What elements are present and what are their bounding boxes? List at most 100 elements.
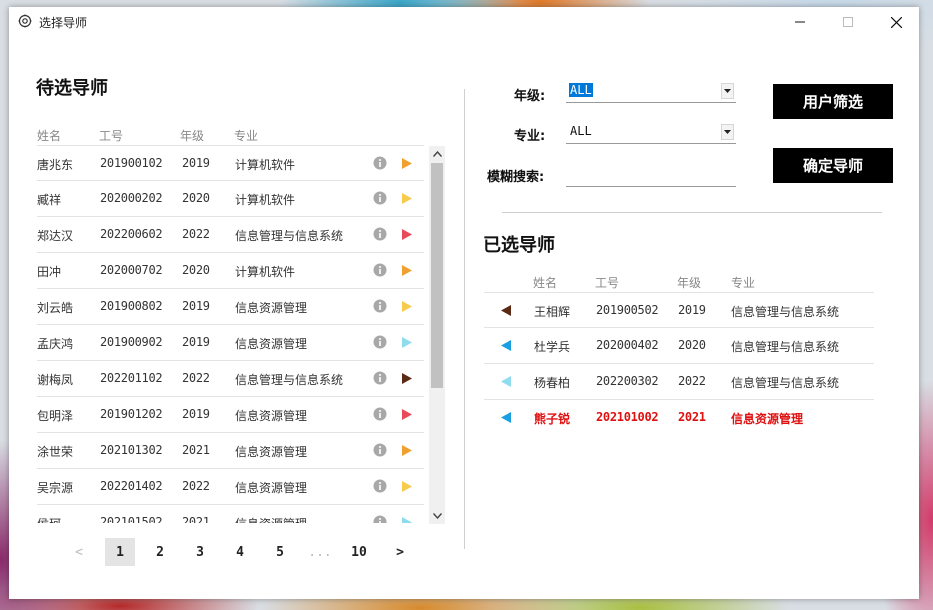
tutor-name: 唐兆东	[37, 158, 74, 172]
select-arrow-icon[interactable]	[402, 337, 412, 348]
select-arrow-icon[interactable]	[402, 301, 412, 312]
table-row[interactable]: 吴宗源 202201402 2022 信息资源管理	[37, 469, 424, 505]
list-scrollbar[interactable]	[429, 146, 445, 524]
tutor-name: 侯珂	[37, 515, 61, 523]
tutor-name: 孟庆鸿	[37, 337, 74, 351]
select-arrow-icon[interactable]	[402, 409, 412, 420]
scroll-down-button[interactable]	[429, 508, 445, 524]
pagination-page-3[interactable]: 3	[185, 538, 215, 566]
info-icon[interactable]	[373, 371, 387, 385]
pending-tutor-list: 唐兆东 201900102 2019 计算机软件 臧祥 202000202 20…	[9, 145, 449, 523]
tutor-major: 信息管理与信息系统	[731, 376, 840, 390]
scroll-thumb[interactable]	[431, 163, 443, 388]
pagination-page-2[interactable]: 2	[145, 538, 175, 566]
maximize-button[interactable]	[825, 7, 871, 37]
col-header-id: 工号	[99, 129, 124, 143]
tutor-grade: 2022	[182, 479, 210, 493]
window-title: 选择导师	[39, 16, 88, 30]
col-header-grade: 年级	[180, 129, 205, 143]
table-row[interactable]: 田冲 202000702 2020 计算机软件	[37, 253, 424, 289]
info-icon[interactable]	[373, 299, 387, 313]
major-filter-value: ALL	[570, 124, 592, 138]
deselect-arrow-icon[interactable]	[501, 305, 511, 316]
major-filter-select[interactable]: ALL	[566, 120, 736, 144]
table-row[interactable]: 郑达汉 202200602 2022 信息管理与信息系统	[37, 217, 424, 253]
pagination-page-4[interactable]: 4	[225, 538, 255, 566]
tutor-major: 信息管理与信息系统	[731, 305, 840, 319]
table-row[interactable]: 臧祥 202000202 2020 计算机软件	[37, 181, 424, 217]
tutor-id: 202201102	[100, 371, 163, 385]
table-row[interactable]: 涂世荣 202101302 2021 信息资源管理	[37, 433, 424, 469]
tutor-grade: 2021	[678, 410, 706, 424]
select-arrow-icon[interactable]	[402, 481, 412, 492]
tutor-id: 201900902	[100, 335, 163, 349]
table-row[interactable]: 孟庆鸿 201900902 2019 信息资源管理	[37, 325, 424, 361]
tutor-name: 郑达汉	[37, 229, 74, 243]
info-icon[interactable]	[373, 479, 387, 493]
dropdown-caret[interactable]	[721, 124, 734, 140]
select-arrow-icon[interactable]	[402, 517, 412, 523]
tutor-major: 信息资源管理	[235, 301, 308, 315]
pagination-ellipsis[interactable]: ...	[305, 538, 335, 566]
tutor-major: 信息资源管理	[235, 481, 308, 495]
select-arrow-icon[interactable]	[402, 265, 412, 276]
pagination-page-5[interactable]: 5	[265, 538, 295, 566]
deselect-arrow-icon[interactable]	[501, 340, 511, 351]
table-row[interactable]: 包明泽 201901202 2019 信息资源管理	[37, 397, 424, 433]
select-arrow-icon[interactable]	[402, 445, 412, 456]
select-arrow-icon[interactable]	[402, 373, 412, 384]
info-icon[interactable]	[373, 156, 387, 170]
col-header-major: 专业	[731, 276, 756, 290]
select-arrow-icon[interactable]	[402, 158, 412, 169]
close-button[interactable]	[873, 7, 919, 37]
dropdown-caret[interactable]	[721, 83, 734, 99]
maximize-icon	[843, 17, 853, 27]
tutor-name: 吴宗源	[37, 481, 74, 495]
tutor-id: 202000702	[100, 263, 163, 277]
col-header-major: 专业	[234, 129, 259, 143]
confirm-tutor-button[interactable]: 确定导师	[773, 148, 893, 183]
info-icon[interactable]	[373, 407, 387, 421]
tutor-major: 信息资源管理	[235, 515, 307, 523]
grade-filter-label: 年级:	[514, 89, 546, 104]
table-row[interactable]: 刘云皓 201900802 2019 信息资源管理	[37, 289, 424, 325]
deselect-arrow-icon[interactable]	[501, 376, 511, 387]
table-row[interactable]: 唐兆东 201900102 2019 计算机软件	[37, 145, 424, 181]
pagination-page-1[interactable]: 1	[105, 538, 135, 566]
minimize-button[interactable]	[777, 7, 823, 37]
app-icon	[18, 14, 32, 28]
table-row[interactable]: 杜学兵 202000402 2020 信息管理与信息系统	[484, 328, 874, 364]
info-icon[interactable]	[373, 263, 387, 277]
tutor-id: 202200602	[100, 227, 163, 241]
main-window: 选择导师 待选导师 姓名 工号 年级 专业 唐兆东 201900102 2019…	[9, 7, 919, 599]
pagination-prev[interactable]: <	[64, 538, 94, 566]
fuzzy-search-input[interactable]	[566, 163, 736, 187]
table-row[interactable]: 熊子锐 202101002 2021 信息资源管理	[484, 400, 874, 436]
table-row[interactable]: 谢梅凤 202201102 2022 信息管理与信息系统	[37, 361, 424, 397]
grade-filter-value: ALL	[569, 83, 593, 97]
tutor-grade: 2022	[182, 371, 210, 385]
pagination-next[interactable]: >	[385, 538, 415, 566]
user-filter-button[interactable]: 用户筛选	[773, 84, 893, 119]
info-icon[interactable]	[373, 515, 387, 523]
tutor-id: 202201402	[100, 479, 163, 493]
info-icon[interactable]	[373, 191, 387, 205]
info-icon[interactable]	[373, 335, 387, 349]
pagination-page-last[interactable]: 10	[343, 538, 375, 566]
select-arrow-icon[interactable]	[402, 193, 412, 204]
info-icon[interactable]	[373, 443, 387, 457]
table-row[interactable]: 王相辉 201900502 2019 信息管理与信息系统	[484, 292, 874, 328]
deselect-arrow-icon[interactable]	[501, 412, 511, 423]
tutor-grade: 2021	[182, 515, 210, 523]
table-row[interactable]: 侯珂 202101502 2021 信息资源管理	[37, 505, 424, 523]
tutor-id: 202101002	[596, 410, 659, 424]
select-arrow-icon[interactable]	[402, 229, 412, 240]
info-icon[interactable]	[373, 227, 387, 241]
tutor-grade: 2019	[182, 335, 210, 349]
tutor-name: 熊子锐	[534, 412, 571, 426]
table-row[interactable]: 杨春柏 202200302 2022 信息管理与信息系统	[484, 364, 874, 400]
minimize-icon	[795, 21, 805, 23]
grade-filter-select[interactable]: ALL	[566, 79, 736, 103]
scroll-up-button[interactable]	[429, 146, 445, 162]
tutor-name: 臧祥	[37, 193, 62, 207]
